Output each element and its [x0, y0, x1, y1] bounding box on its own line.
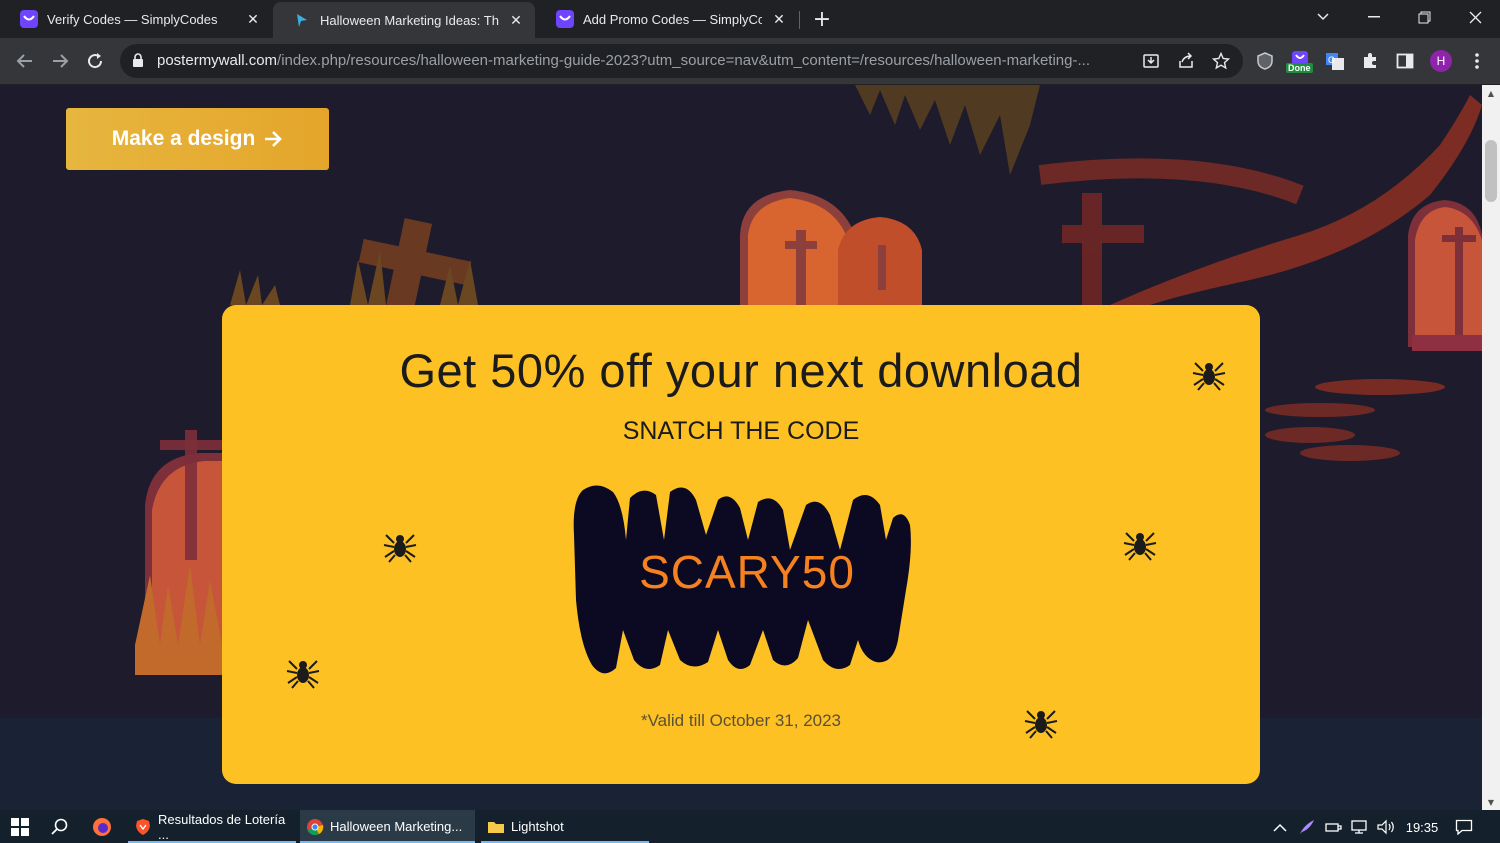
network-icon[interactable]: [1348, 818, 1370, 836]
tab-title: Halloween Marketing Ideas: The: [320, 12, 499, 28]
side-panel-icon[interactable]: [1393, 49, 1417, 73]
promo-subtitle: SNATCH THE CODE: [622, 417, 860, 445]
notifications-icon[interactable]: [1452, 818, 1476, 836]
simplycodes-icon: [556, 10, 574, 28]
make-a-design-label: Make a design: [111, 127, 256, 150]
usb-tray-icon[interactable]: [1322, 818, 1344, 836]
scrollbar-thumb[interactable]: [1485, 140, 1497, 202]
clock-time[interactable]: 19:35: [1402, 818, 1442, 836]
taskbar-app-lightshot[interactable]: Lightshot: [481, 810, 649, 843]
scroll-down-arrow[interactable]: ▼: [1482, 794, 1500, 810]
translate-extension-icon[interactable]: G: [1323, 49, 1347, 73]
profile-avatar[interactable]: H: [1430, 50, 1452, 72]
shield-extension-icon[interactable]: [1253, 49, 1277, 73]
promo-title: Get 50% off your next download: [399, 344, 1083, 397]
spider-icon: [1192, 362, 1226, 391]
spider-icon: [286, 660, 320, 689]
tab-search-icon[interactable]: [1300, 0, 1346, 34]
page-scrollbar[interactable]: ▲ ▼: [1482, 85, 1500, 810]
feather-tray-icon[interactable]: [1296, 818, 1318, 836]
promo-validity-text: *Valid till October 31, 2023: [640, 711, 842, 730]
volume-icon[interactable]: [1374, 818, 1398, 836]
promo-code-card: Get 50% off your next download SNATCH TH…: [222, 305, 1260, 784]
bookmark-star-icon[interactable]: [1210, 50, 1232, 72]
search-icon[interactable]: [44, 814, 76, 840]
taskbar-app-label: Halloween Marketing...: [330, 819, 463, 834]
spider-icon: [1024, 710, 1058, 739]
windows-taskbar: Resultados de Lotería ... Halloween Mark…: [0, 810, 1500, 843]
chrome-icon: [307, 818, 324, 835]
url-text[interactable]: postermywall.com/index.php/resources/hal…: [157, 52, 1127, 69]
scroll-up-arrow[interactable]: ▲: [1482, 85, 1500, 101]
tab-verify-codes[interactable]: Verify Codes — SimplyCodes ✕: [0, 0, 272, 38]
lock-icon[interactable]: [132, 53, 144, 72]
puzzle-extensions-icon[interactable]: [1358, 49, 1382, 73]
browser-toolbar: postermywall.com/index.php/resources/hal…: [0, 38, 1500, 85]
tab-halloween-marketing[interactable]: Halloween Marketing Ideas: The ✕: [273, 2, 535, 38]
tab-title: Verify Codes — SimplyCodes: [47, 11, 218, 27]
taskbar-app-label: Resultados de Lotería ...: [158, 811, 286, 842]
extension-badge: Done: [1286, 63, 1313, 73]
postermywall-icon: [293, 11, 311, 29]
tab-separator: [799, 11, 800, 29]
install-app-icon[interactable]: [1140, 50, 1162, 72]
taskbar-app-label: Lightshot: [511, 819, 564, 834]
arrow-right-icon: [265, 131, 283, 147]
menu-kebab-icon[interactable]: [1465, 49, 1489, 73]
forward-button[interactable]: [45, 46, 75, 76]
share-icon[interactable]: [1175, 50, 1197, 72]
url-path: /index.php/resources/halloween-marketing…: [277, 52, 1090, 69]
promo-code-text[interactable]: SCARY50: [568, 545, 926, 599]
tab-add-promo-codes[interactable]: Add Promo Codes — SimplyCod ✕: [536, 0, 798, 38]
back-button[interactable]: [10, 46, 40, 76]
windows-start-icon[interactable]: [4, 814, 36, 840]
taskbar-app-brave[interactable]: Resultados de Lotería ...: [128, 810, 296, 843]
chevron-up-icon[interactable]: [1270, 818, 1290, 836]
make-a-design-button[interactable]: Make a design: [66, 108, 329, 170]
close-tab-icon[interactable]: ✕: [244, 10, 262, 28]
page-content: Make a design Get 50% off your next down…: [0, 85, 1482, 810]
tab-strip: Verify Codes — SimplyCodes ✕ Halloween M…: [0, 0, 1500, 38]
reload-button[interactable]: [80, 46, 110, 76]
address-bar[interactable]: postermywall.com/index.php/resources/hal…: [120, 44, 1243, 78]
svg-text:G: G: [1328, 55, 1335, 65]
minimize-button[interactable]: [1351, 0, 1397, 34]
close-window-button[interactable]: [1452, 0, 1498, 34]
close-tab-icon[interactable]: ✕: [507, 11, 525, 29]
taskbar-app-chrome[interactable]: Halloween Marketing...: [300, 810, 475, 843]
simplycodes-icon: [20, 10, 38, 28]
folder-icon: [488, 821, 504, 833]
extension-done-icon[interactable]: Done: [1286, 49, 1313, 73]
close-tab-icon[interactable]: ✕: [770, 10, 788, 28]
restore-button[interactable]: [1401, 0, 1447, 34]
tab-title: Add Promo Codes — SimplyCod: [583, 11, 762, 27]
spider-icon: [1123, 532, 1157, 561]
firefox-icon[interactable]: [86, 814, 118, 840]
spider-icon: [383, 534, 417, 563]
new-tab-button[interactable]: +: [808, 5, 836, 33]
url-host: postermywall.com: [157, 52, 278, 69]
brave-icon: [136, 818, 150, 835]
